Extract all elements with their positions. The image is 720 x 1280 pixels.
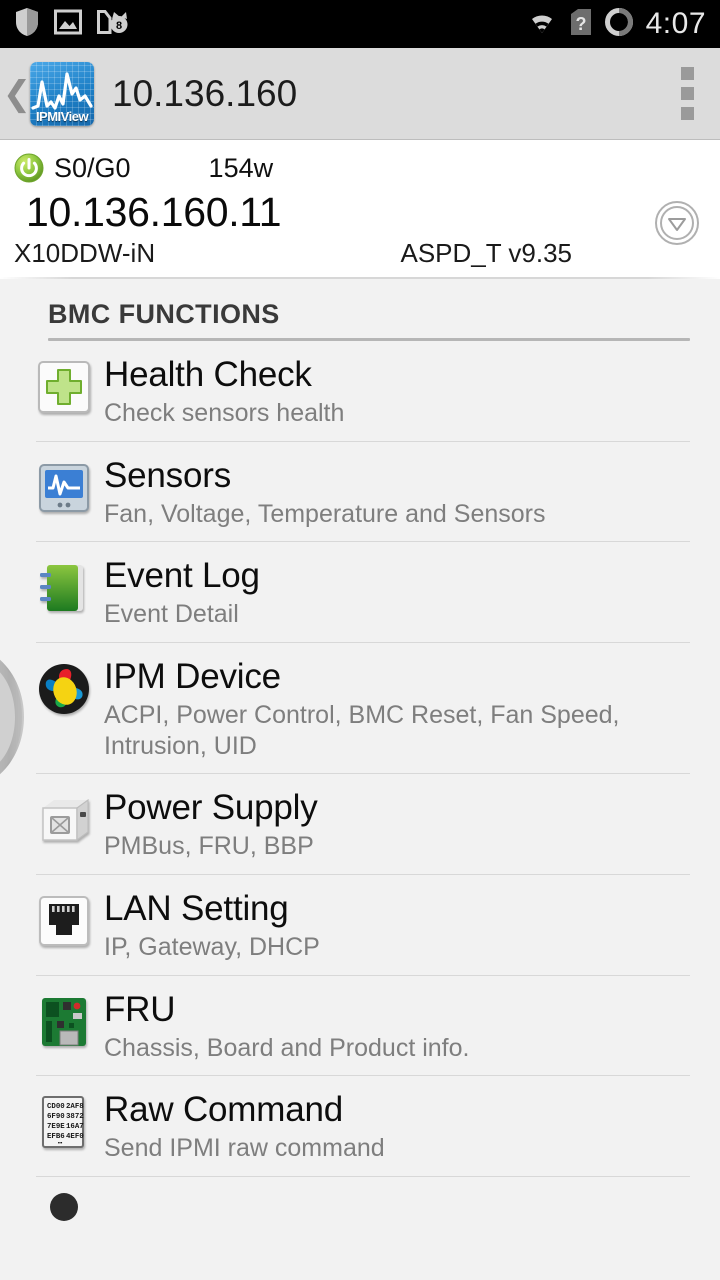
host-firmware-label: ASPD_T v9.35: [400, 237, 572, 268]
list-item-title: FRU: [104, 989, 176, 1029]
back-chevron-icon[interactable]: ❮: [3, 72, 32, 116]
list-item-subtitle: Fan, Voltage, Temperature and Sensors: [104, 499, 546, 528]
chevron-down-circle-icon: [655, 201, 699, 245]
list-item-subtitle: ACPI, Power Control, BMC Reset, Fan Spee…: [104, 701, 620, 760]
status-bar-clock: 4:07: [645, 7, 706, 40]
list-item-text: Power Supply PMBus, FRU, BBP: [104, 788, 318, 862]
hex-r1c0: 6F90: [47, 1113, 65, 1121]
list-item-event-log[interactable]: Event Log Event Detail: [0, 542, 720, 642]
cat-badge-icon: 8: [96, 8, 128, 41]
host-model-label: X10DDW-iN: [14, 237, 156, 268]
partial-next-icon: [36, 1191, 92, 1247]
list-item-text: IPM Device ACPI, Power Control, BMC Rese…: [104, 657, 624, 761]
list-item-subtitle: Check sensors health: [104, 399, 345, 428]
hex-r0c0: CD00: [47, 1103, 65, 1111]
status-bar-system-icons: ? 4:07: [526, 7, 706, 42]
list-item-text: Health Check Check sensors health: [104, 355, 344, 429]
hex-ellipsis: ⋯: [58, 1140, 63, 1148]
app-screen: 8 ? 4:07 ❮ IPMIView 10.136.160 S0/G0 154…: [0, 0, 720, 1280]
list-item-title: Power Supply: [104, 788, 318, 828]
list-item-ipm-device[interactable]: IPM Device ACPI, Power Control, BMC Rese…: [0, 643, 720, 773]
android-status-bar: 8 ? 4:07: [0, 0, 720, 48]
hex-r1c1: 3872: [66, 1113, 84, 1121]
list-item-title: Event Log: [104, 556, 260, 596]
event-log-notebook-icon: [36, 560, 92, 616]
svg-text:?: ?: [575, 14, 586, 34]
overflow-dot-2: [680, 87, 694, 100]
list-item-subtitle: IP, Gateway, DHCP: [104, 933, 320, 962]
overflow-dot-3: [680, 107, 694, 120]
photo-icon: [54, 9, 82, 40]
action-bar: ❮ IPMIView 10.136.160: [0, 48, 720, 140]
hex-r2c0: 7E9E: [47, 1123, 65, 1131]
sensors-monitor-icon: [36, 460, 92, 516]
list-item-fru[interactable]: FRU Chassis, Board and Product info.: [0, 976, 720, 1076]
hex-r2c1: 16A7: [66, 1123, 84, 1131]
list-item-power-supply[interactable]: Power Supply PMBus, FRU, BBP: [0, 774, 720, 874]
host-power-row: S0/G0 154w: [0, 150, 720, 186]
shield-icon: [14, 7, 40, 42]
page-title: 10.136.160: [112, 73, 298, 114]
battery-ring-icon: [604, 7, 634, 42]
list-item-lan-setting[interactable]: LAN Setting IP, Gateway, DHCP: [0, 875, 720, 975]
fru-board-icon: [36, 994, 92, 1050]
lan-rj45-icon: [36, 893, 92, 949]
list-item-title: Sensors: [104, 455, 231, 495]
host-ip-address: 10.136.160.11: [26, 189, 282, 235]
list-item-text: Raw Command Send IPMI raw command: [104, 1090, 385, 1164]
list-item-subtitle: PMBus, FRU, BBP: [104, 832, 314, 861]
section-header-bmc-functions: BMC FUNCTIONS: [48, 298, 280, 329]
list-item-text: LAN Setting IP, Gateway, DHCP: [104, 889, 320, 963]
list-item-subtitle: Chassis, Board and Product info.: [104, 1033, 470, 1062]
power-state-label: S0/G0: [54, 152, 131, 183]
wifi-icon: [526, 9, 558, 40]
list-item-text: FRU Chassis, Board and Product info.: [104, 990, 469, 1064]
list-item-title: Raw Command: [104, 1090, 343, 1130]
app-logo-label: IPMIView: [35, 108, 89, 124]
power-state-icon: [14, 153, 44, 183]
raw-command-hex-icon: CD00 2AF8 6F90 3872 7E9E 16A7 EFB6 4EF0 …: [36, 1094, 92, 1150]
overflow-dot-1: [680, 67, 694, 80]
list-item-title: LAN Setting: [104, 888, 289, 928]
list-item-partial-next[interactable]: [0, 1177, 720, 1259]
status-bar-notifications: 8: [14, 7, 128, 42]
list-item-text: Event Log Event Detail: [104, 556, 260, 630]
host-detail-row: X10DDW-iN ASPD_T v9.35: [0, 238, 720, 271]
list-item-health-check[interactable]: Health Check Check sensors health: [0, 341, 720, 441]
hex-r0c1: 2AF8: [66, 1103, 84, 1111]
list-item-raw-command[interactable]: CD00 2AF8 6F90 3872 7E9E 16A7 EFB6 4EF0 …: [0, 1076, 720, 1176]
list-item-sensors[interactable]: Sensors Fan, Voltage, Temperature and Se…: [0, 442, 720, 542]
list-item-subtitle: Send IPMI raw command: [104, 1134, 385, 1163]
hex-r3c1: 4EF0: [66, 1133, 84, 1141]
power-supply-icon: [36, 792, 92, 848]
list-item-text: Sensors Fan, Voltage, Temperature and Se…: [104, 456, 545, 530]
overflow-menu-button[interactable]: [664, 62, 710, 126]
host-info-panel[interactable]: S0/G0 154w 10.136.160.11 X10DDW-iN ASPD_…: [0, 140, 720, 277]
no-sim-icon: ?: [570, 8, 592, 41]
ipm-device-pinwheel-icon: [36, 661, 92, 717]
app-logo-ipmiview[interactable]: IPMIView: [30, 61, 94, 126]
bmc-functions-list: Health Check Check sensors health Sensor…: [0, 341, 720, 1259]
power-draw-label: 154w: [208, 152, 274, 183]
list-item-title: Health Check: [104, 354, 312, 394]
cat-badge-count: 8: [116, 20, 122, 32]
list-item-subtitle: Event Detail: [104, 600, 239, 629]
list-item-title: IPM Device: [104, 656, 281, 696]
health-cross-icon: [36, 359, 92, 415]
expand-details-button[interactable]: [654, 200, 700, 246]
hex-r3c0: EFB6: [47, 1133, 65, 1141]
